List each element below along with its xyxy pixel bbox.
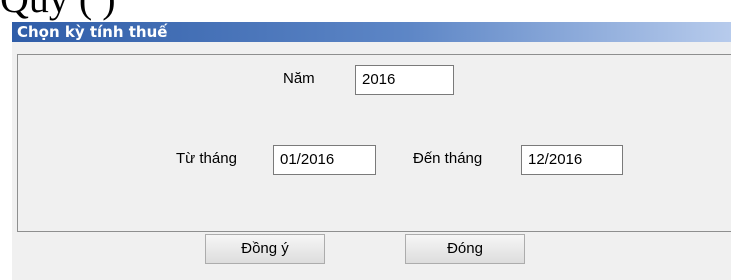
to-month-field[interactable]: 12/2016 (521, 145, 623, 175)
ok-button[interactable]: Đồng ý (205, 234, 325, 264)
close-button[interactable]: Đóng (405, 234, 525, 264)
from-month-field[interactable]: 01/2016 (273, 145, 376, 175)
from-month-label: Từ tháng (176, 150, 237, 167)
year-label: Năm (283, 70, 315, 87)
year-field[interactable]: 2016 (355, 65, 454, 95)
tax-period-dialog: Chọn kỳ tính thuế Năm 2016 Từ tháng 01/2… (12, 22, 731, 280)
partial-document-text: Quý ( ) (0, 0, 731, 22)
period-group-box: Năm 2016 Từ tháng 01/2016 Đến tháng 12/2… (17, 54, 731, 232)
to-month-label: Đến tháng (413, 150, 483, 167)
dialog-title: Chọn kỳ tính thuế (12, 22, 731, 42)
